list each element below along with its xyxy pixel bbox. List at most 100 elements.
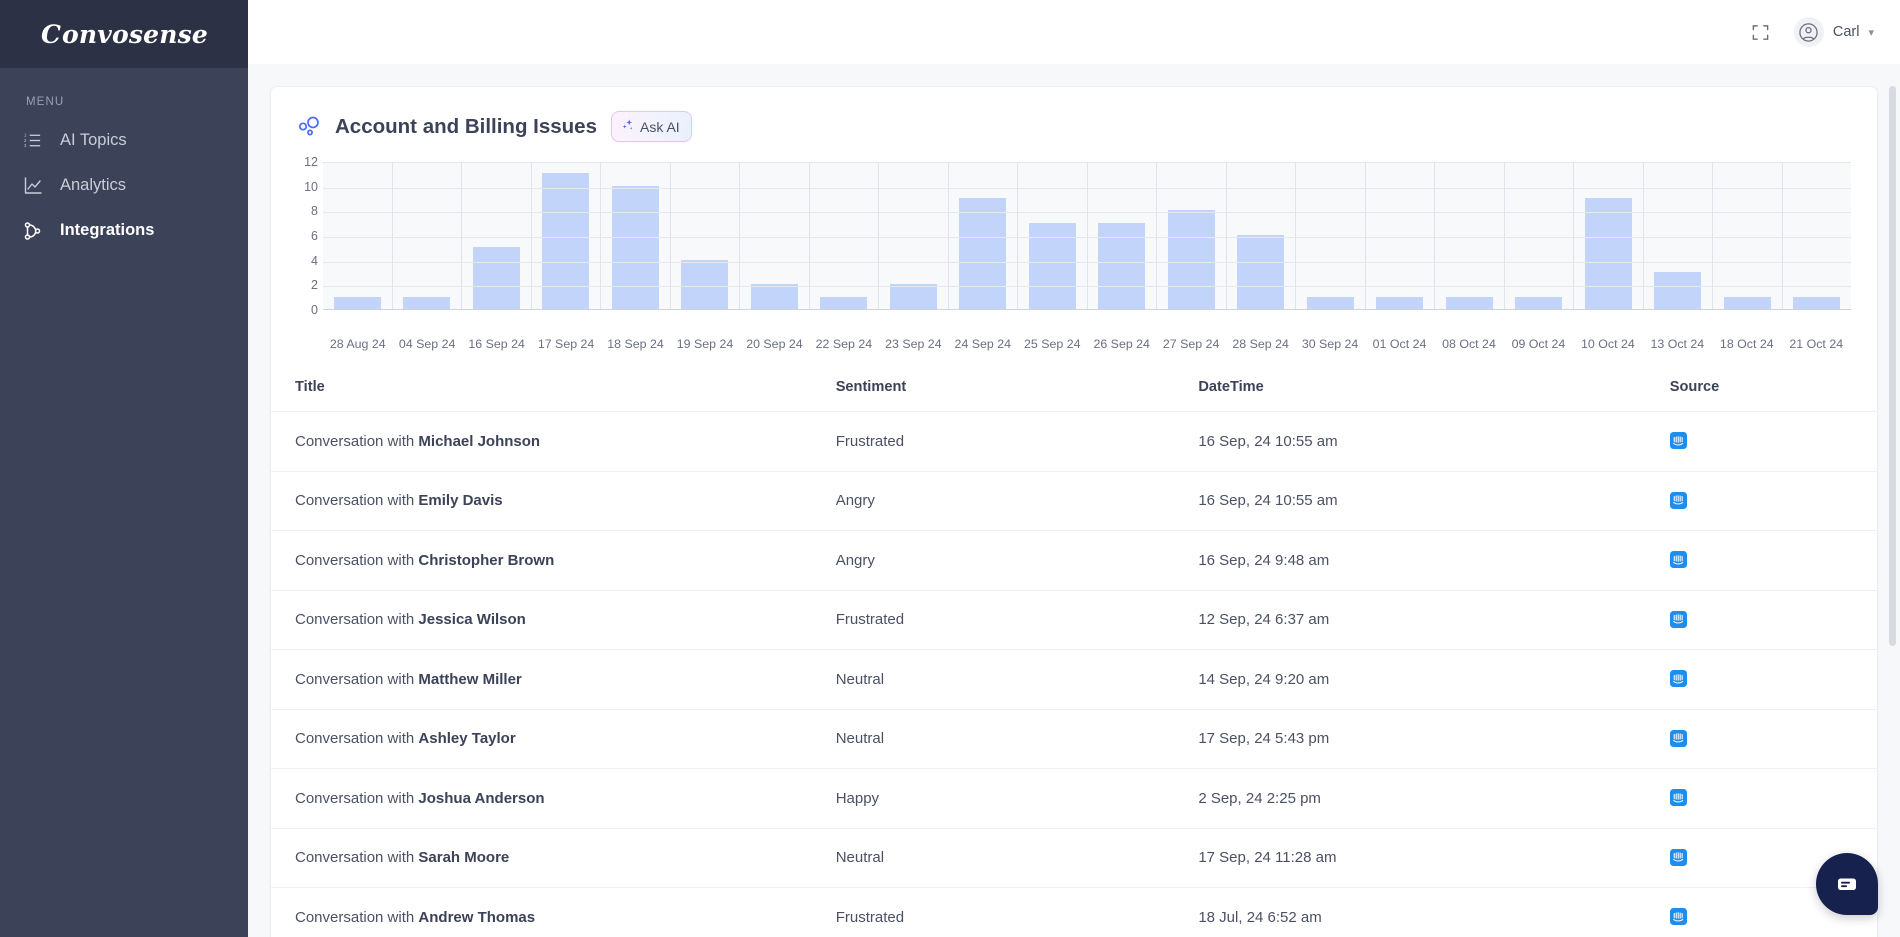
chart-x-tick: 01 Oct 24 xyxy=(1372,337,1427,351)
topic-card: Account and Billing Issues Ask AI 12 10 … xyxy=(270,86,1878,937)
sparkles-icon xyxy=(621,118,635,135)
intercom-icon[interactable] xyxy=(1669,670,1687,687)
integrations-icon xyxy=(22,220,44,242)
chart-bar[interactable] xyxy=(1654,272,1702,309)
table-row[interactable]: Conversation with Christopher Brown Angry… xyxy=(271,530,1877,591)
table-row[interactable]: Conversation with Joshua Anderson Happy 2 … xyxy=(271,768,1877,829)
chart-bar[interactable] xyxy=(1098,222,1146,309)
contact-name: Emily Davis xyxy=(418,492,503,510)
chart-bar[interactable] xyxy=(959,198,1007,309)
cell-sentiment: Frustrated xyxy=(835,887,1199,937)
table-row[interactable]: Conversation with Jessica Wilson Frustrat… xyxy=(271,590,1877,650)
intercom-icon[interactable] xyxy=(1669,551,1687,568)
table-row[interactable]: Conversation with Ashley Taylor Neutral 17… xyxy=(271,709,1877,769)
chart-x-tick: 10 Oct 24 xyxy=(1581,337,1635,351)
cell-title[interactable]: Conversation with Michael Johnson xyxy=(271,411,836,472)
cell-datetime: 18 Jul, 24 6:52 am xyxy=(1198,887,1670,937)
chart-bar[interactable] xyxy=(1584,198,1632,309)
chart-y-tick: 8 xyxy=(311,204,318,219)
chart-bar[interactable] xyxy=(403,296,451,309)
title-prefix: Conversation with xyxy=(295,551,419,569)
sidebar-item-integrations[interactable]: Integrations xyxy=(0,208,248,253)
chart-x-tick: 27 Sep 24 xyxy=(1162,337,1220,351)
title-prefix: Conversation with xyxy=(295,908,419,926)
chart-bar[interactable] xyxy=(333,296,381,309)
svg-text:2: 2 xyxy=(24,138,27,143)
list-icon: 1 2 3 xyxy=(22,130,44,152)
main-area: Carl ▾ Account and Billing Issues Ask AI… xyxy=(248,0,1900,937)
table-row[interactable]: Conversation with Andrew Thomas Frustrate… xyxy=(271,887,1877,937)
chart-bar[interactable] xyxy=(1167,210,1215,309)
chart-bar[interactable] xyxy=(1028,222,1076,309)
column-header-datetime[interactable]: DateTime xyxy=(1198,365,1670,412)
contact-name: Christopher Brown xyxy=(418,551,555,569)
sidebar-item-ai-topics[interactable]: 1 2 3 AI Topics xyxy=(0,118,248,163)
sidebar-item-label: Analytics xyxy=(60,176,127,194)
intercom-icon[interactable] xyxy=(1669,729,1687,747)
sidebar-item-analytics[interactable]: Analytics xyxy=(0,163,248,208)
cell-title[interactable]: Conversation with Emily Davis xyxy=(271,471,836,531)
chart-bar[interactable] xyxy=(611,185,659,309)
intercom-icon[interactable] xyxy=(1669,610,1687,628)
chart-bar[interactable] xyxy=(1306,296,1354,309)
cell-datetime: 16 Sep, 24 9:48 am xyxy=(1198,530,1670,591)
content-scrollbar[interactable] xyxy=(1889,86,1896,646)
chart-x-tick: 23 Sep 24 xyxy=(885,337,942,351)
ask-ai-button[interactable]: Ask AI xyxy=(611,111,692,142)
user-menu[interactable]: Carl ▾ xyxy=(1793,17,1874,47)
card-header: Account and Billing Issues Ask AI xyxy=(271,87,1877,152)
chat-bubble-icon[interactable] xyxy=(1816,853,1878,915)
column-header-title[interactable]: Title xyxy=(271,365,836,412)
chart-bar[interactable] xyxy=(1445,296,1493,309)
cell-title[interactable]: Conversation with Jessica Wilson xyxy=(271,590,836,650)
sidebar-item-label: AI Topics xyxy=(60,131,127,149)
contact-name: Ashley Taylor xyxy=(418,730,516,748)
table-row[interactable]: Conversation with Sarah Moore Neutral 17 S… xyxy=(271,828,1877,888)
chart-x-tick: 24 Sep 24 xyxy=(954,337,1012,351)
chart-bar[interactable] xyxy=(1723,296,1771,309)
cell-title[interactable]: Conversation with Ashley Taylor xyxy=(271,709,836,769)
column-header-sentiment[interactable]: Sentiment xyxy=(835,365,1199,412)
chart-bar[interactable] xyxy=(472,247,520,309)
chart-x-tick: 22 Sep 24 xyxy=(815,337,873,351)
intercom-icon[interactable] xyxy=(1669,848,1687,866)
chart-x-axis: 28 Aug 24 04 Sep 24 16 Sep 24 17 Sep 24 18 S… xyxy=(323,330,1851,351)
chart-x-tick: 13 Oct 24 xyxy=(1650,337,1705,351)
chart-bar[interactable] xyxy=(820,296,868,309)
cell-datetime: 2 Sep, 24 2:25 pm xyxy=(1198,768,1670,829)
intercom-icon[interactable] xyxy=(1669,491,1687,509)
cell-title[interactable]: Conversation with Andrew Thomas xyxy=(271,887,836,937)
chart-bar[interactable] xyxy=(750,284,798,309)
cell-source xyxy=(1669,411,1877,472)
svg-text:1: 1 xyxy=(24,133,27,138)
chart-bar[interactable] xyxy=(542,173,590,309)
chart-bar[interactable] xyxy=(681,259,729,309)
intercom-icon[interactable] xyxy=(1669,908,1687,925)
intercom-icon[interactable] xyxy=(1669,789,1687,806)
cell-title[interactable]: Conversation with Matthew Miller xyxy=(271,649,836,710)
cell-title[interactable]: Conversation with Sarah Moore xyxy=(271,828,836,888)
chart-bar[interactable] xyxy=(1793,296,1841,309)
topbar: Carl ▾ xyxy=(248,0,1900,64)
table-row[interactable]: Conversation with Matthew Miller Neutral 1… xyxy=(271,649,1877,710)
chart-bar[interactable] xyxy=(1376,296,1424,309)
cell-title[interactable]: Conversation with Christopher Brown xyxy=(271,530,836,591)
chart-bar[interactable] xyxy=(1237,235,1285,309)
table-row[interactable]: Conversation with Emily Davis Angry 16 Sep… xyxy=(271,471,1877,531)
chart-bar[interactable] xyxy=(1515,296,1563,309)
chart-x-tick: 04 Sep 24 xyxy=(398,337,456,351)
app-logo[interactable]: Convosense xyxy=(39,19,208,49)
intercom-icon[interactable] xyxy=(1669,432,1687,449)
chart-container: 12 10 8 6 4 2 0 28 Aug 24 04 Sep 24 16 Sep 24 17 … xyxy=(271,152,1877,351)
table-header-row: Title Sentiment DateTime Source xyxy=(271,365,1877,412)
page-title: Account and Billing Issues xyxy=(335,114,597,138)
table-row[interactable]: Conversation with Michael Johnson Frustra… xyxy=(271,411,1877,472)
cell-sentiment: Neutral xyxy=(835,649,1199,710)
chart-bar[interactable] xyxy=(889,284,937,309)
cell-sentiment: Frustrated xyxy=(835,590,1199,650)
cell-title[interactable]: Conversation with Joshua Anderson xyxy=(271,768,836,829)
sidebar: Convosense MENU 1 2 3 AI Topics Analytic… xyxy=(0,0,248,937)
title-prefix: Conversation with xyxy=(295,611,419,629)
fullscreen-icon[interactable] xyxy=(1746,17,1776,47)
column-header-source[interactable]: Source xyxy=(1669,365,1877,412)
